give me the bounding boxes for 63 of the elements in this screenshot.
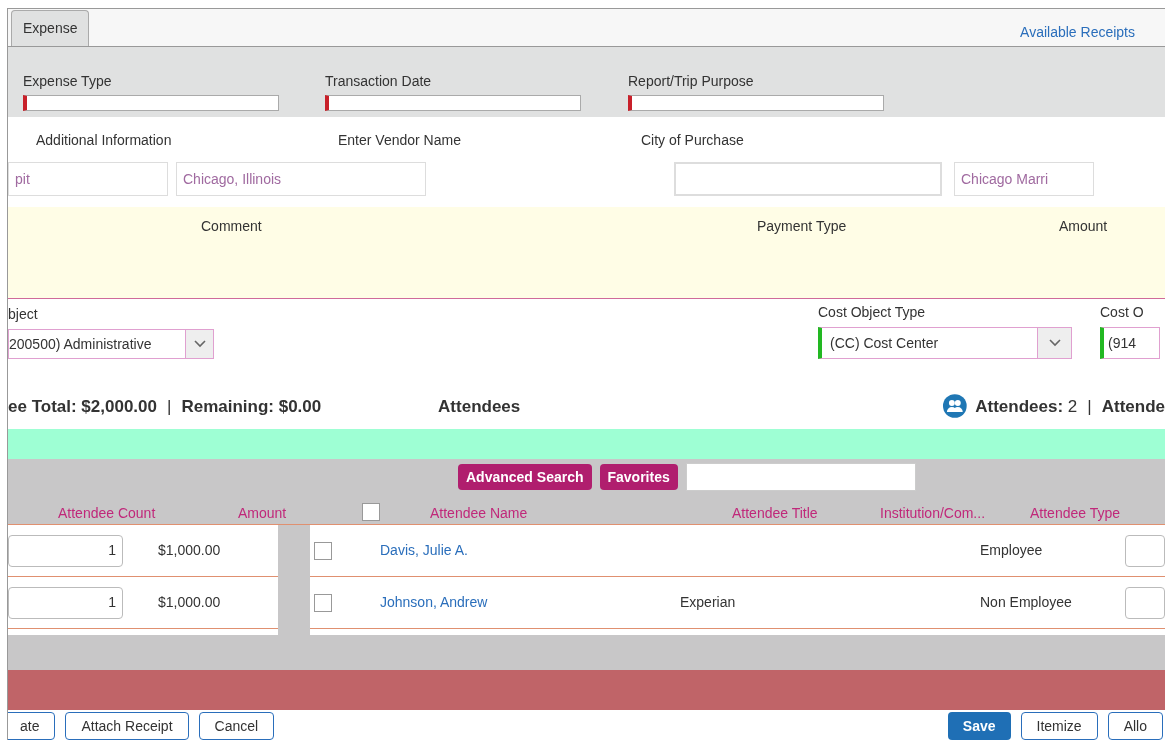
separator: | — [167, 395, 172, 418]
row-checkbox[interactable] — [314, 541, 332, 560]
field-label: bject — [8, 305, 39, 324]
total-label: ee Total: $2,000.00 — [8, 395, 157, 418]
field-label: Additional Information — [36, 131, 173, 150]
toolbar-button[interactable]: Advanced Search — [458, 464, 592, 490]
footer-button[interactable]: Cancel — [198, 712, 275, 740]
field-label: Amount — [1059, 217, 1108, 236]
cost-object-type-dropdown[interactable]: (CC) Cost Center — [818, 327, 1072, 359]
column-header: Amount — [238, 504, 287, 523]
chevron-down-icon — [193, 340, 206, 348]
count-field[interactable]: 1 — [8, 586, 123, 619]
input-field[interactable]: pit — [8, 162, 168, 196]
tab[interactable]: Expense — [11, 10, 90, 46]
field-label: Transaction Date — [325, 72, 433, 91]
people-icon — [941, 393, 968, 419]
row-checkbox[interactable] — [314, 593, 332, 612]
separator: | — [1087, 395, 1092, 418]
table-cell-text: $1,000.00 — [158, 593, 221, 612]
field-label: Cost Object Type — [818, 303, 927, 322]
dropdown-field[interactable] — [628, 95, 884, 111]
footer-button[interactable]: Itemize — [1020, 712, 1098, 740]
field-label: Cost O — [1100, 303, 1145, 322]
footer-button[interactable]: Attach Receipt — [65, 712, 189, 740]
attendee-name-link[interactable]: Johnson, Andrew — [380, 592, 680, 613]
column-header: Attendee Name — [430, 504, 529, 523]
select-all-checkbox[interactable] — [362, 503, 380, 521]
available-receipts-link[interactable]: Available Receipts — [1020, 22, 1135, 43]
table-cell-text: $1,000.00 — [158, 541, 221, 560]
column-header: Attendee Title — [732, 504, 819, 523]
column-header: Attendee Type — [1030, 504, 1121, 523]
remaining-label: Remaining: $0.00 — [181, 395, 323, 418]
input-field[interactable] — [674, 162, 942, 196]
footer-button[interactable]: ate — [8, 712, 56, 740]
column-header: Attendee Count — [58, 504, 157, 523]
field-label: Report/Trip Purpose — [628, 72, 755, 91]
chevron-down-icon — [1048, 339, 1061, 347]
attendee-name-link[interactable]: Davis, Julie A. — [380, 540, 680, 561]
row-button[interactable] — [1125, 586, 1165, 619]
field-label: Expense Type — [23, 72, 113, 91]
dropdown-field[interactable] — [23, 95, 279, 111]
field-label: Enter Vendor Name — [338, 131, 462, 150]
count-field[interactable]: 1 — [8, 534, 123, 567]
input-field[interactable]: Chicago Marri — [954, 162, 1094, 196]
field-label: Payment Type — [757, 217, 848, 236]
footer-button[interactable]: Save — [947, 712, 1011, 740]
table-cell-text: Experian — [680, 593, 737, 612]
section-heading: Attendees — [438, 395, 522, 418]
footer-button[interactable]: Allo — [1107, 712, 1163, 740]
input-field[interactable]: Chicago, Illinois — [176, 162, 426, 196]
toolbar-button[interactable]: Favorites — [599, 464, 678, 490]
row-button[interactable] — [1125, 534, 1165, 567]
attendee-total-label: Attende — [1101, 395, 1165, 418]
field-label: Comment — [201, 217, 263, 236]
table-cell-text: Employee — [980, 541, 1044, 560]
field-label: City of Purchase — [641, 131, 745, 150]
table-cell-text: Non Employee — [980, 593, 1073, 612]
cost-object-dropdown[interactable]: 200500) Administrative — [8, 329, 214, 359]
dropdown-field[interactable] — [325, 95, 581, 111]
column-header: Institution/Com... — [880, 504, 987, 523]
search-field[interactable] — [685, 463, 916, 491]
cost-object-dropdown[interactable]: (914 — [1100, 327, 1160, 359]
attendee-count-label: Attendees: 2 — [975, 395, 1078, 418]
